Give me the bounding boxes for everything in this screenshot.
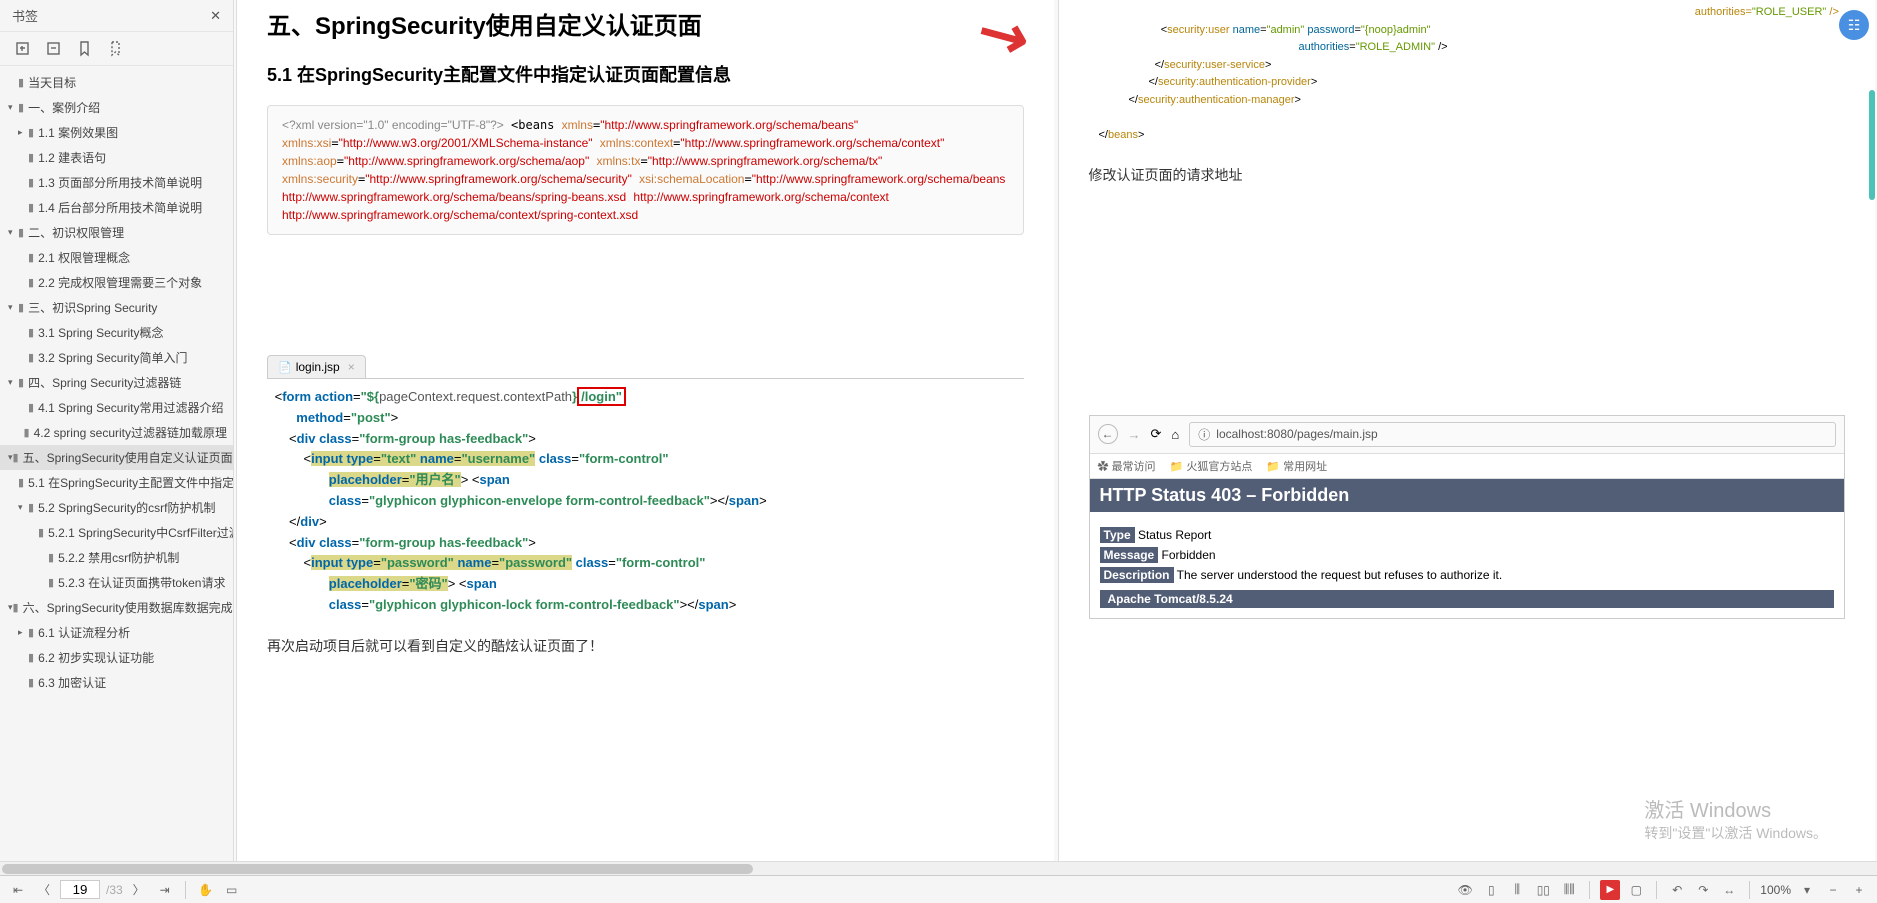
toc-item[interactable]: ▮3.1 Spring Security概念 xyxy=(0,320,233,345)
toc-item[interactable]: ▮2.2 完成权限管理需要三个对象 xyxy=(0,270,233,295)
forward-icon[interactable]: → xyxy=(1128,427,1141,442)
description-label: Description xyxy=(1100,567,1174,583)
zoom-dropdown-icon[interactable]: ▾ xyxy=(1797,880,1817,900)
zoom-out-icon[interactable]: − xyxy=(1823,880,1843,900)
page-number-input[interactable] xyxy=(60,880,100,899)
two-continuous-icon[interactable]: ⫼⫼ xyxy=(1559,880,1579,900)
toc-item[interactable]: ▾▮5.2 SpringSecurity的csrf防护机制 xyxy=(0,495,233,520)
toc-item[interactable]: ▮4.2 spring security过滤器链加载原理 xyxy=(0,420,233,445)
presentation-icon[interactable]: ▢ xyxy=(1626,880,1646,900)
xml-code-block: <?xml version="1.0" encoding="UTF-8"?> <… xyxy=(267,105,1024,235)
horizontal-scrollbar[interactable] xyxy=(0,861,1877,875)
tomcat-version: Apache Tomcat/8.5.24 xyxy=(1100,590,1835,608)
sidebar-title: 书签 xyxy=(12,6,38,25)
toc-item[interactable]: ▾▮六、SpringSecurity使用数据库数据完成认证 xyxy=(0,595,233,620)
fav-common[interactable]: 📁 常用网址 xyxy=(1266,458,1327,474)
play-icon[interactable]: ▶ xyxy=(1600,880,1620,900)
page-left: 五、SpringSecurity使用自定义认证页面 ↘ 5.1 在SpringS… xyxy=(236,0,1054,861)
first-page-icon[interactable]: ⇤ xyxy=(8,880,28,900)
heading-1: 五、SpringSecurity使用自定义认证页面 xyxy=(267,6,1024,41)
fav-firefox[interactable]: 📁 火狐官方站点 xyxy=(1170,458,1253,474)
restart-note: 再次启动项目后就可以看到自定义的酷炫认证页面了！ xyxy=(267,636,1024,656)
toc-item[interactable]: ▮3.2 Spring Security简单入门 xyxy=(0,345,233,370)
http-status-banner: HTTP Status 403 – Forbidden xyxy=(1090,479,1845,512)
page-right: authorities="ROLE_USER" /> <security:use… xyxy=(1058,0,1876,861)
heading-2: 5.1 在SpringSecurity主配置文件中指定认证页面配置信息 xyxy=(267,61,1024,87)
toc-item[interactable]: ▾▮四、Spring Security过滤器链 xyxy=(0,370,233,395)
toc-item[interactable]: ▮1.2 建表语句 xyxy=(0,145,233,170)
toc-item[interactable]: ▮5.2.3 在认证页面携带token请求 xyxy=(0,570,233,595)
bookmarks-sidebar: 书签 ✕ ▮当天目标▾▮一、案例介绍▸▮1.1 案例效果图▮1.2 建表语句▮1… xyxy=(0,0,234,861)
browser-screenshot: ← → ⟳ ⌂ ⓘ localhost:8080/pages/main.jsp … xyxy=(1089,415,1846,619)
toc-item[interactable]: ▮1.4 后台部分所用技术简单说明 xyxy=(0,195,233,220)
zoom-in-icon[interactable]: + xyxy=(1849,880,1869,900)
jsp-file-tab[interactable]: login.jsp× xyxy=(267,355,366,378)
close-sidebar-icon[interactable]: ✕ xyxy=(210,8,221,24)
type-value: Status Report xyxy=(1138,528,1211,542)
right-caption: 修改认证页面的请求地址 xyxy=(1089,165,1846,185)
message-value: Forbidden xyxy=(1162,548,1216,562)
toc-item[interactable]: ▮2.1 权限管理概念 xyxy=(0,245,233,270)
toc-item[interactable]: ▾▮二、初识权限管理 xyxy=(0,220,233,245)
next-page-icon[interactable]: 〉 xyxy=(129,880,149,900)
rotate-left-icon[interactable]: ↶ xyxy=(1667,880,1687,900)
info-icon: ⓘ xyxy=(1198,426,1210,443)
toc-item[interactable]: ▮5.1 在SpringSecurity主配置文件中指定认证页面配置信息 xyxy=(0,470,233,495)
continuous-icon[interactable]: ⫼ xyxy=(1507,880,1527,900)
description-value: The server understood the request but re… xyxy=(1177,568,1503,582)
collapse-all-icon[interactable] xyxy=(45,40,62,57)
toc-item[interactable]: ▾▮五、SpringSecurity使用自定义认证页面 xyxy=(0,445,233,470)
message-label: Message xyxy=(1100,547,1159,563)
rotate-right-icon[interactable]: ↷ xyxy=(1693,880,1713,900)
view-mode-icon[interactable]: 👁 xyxy=(1455,880,1475,900)
toc-tree[interactable]: ▮当天目标▾▮一、案例介绍▸▮1.1 案例效果图▮1.2 建表语句▮1.3 页面… xyxy=(0,66,233,861)
toc-item[interactable]: ▮6.2 初步实现认证功能 xyxy=(0,645,233,670)
toc-item[interactable]: ▮6.3 加密认证 xyxy=(0,670,233,695)
toc-item[interactable]: ▮4.1 Spring Security常用过滤器介绍 xyxy=(0,395,233,420)
two-page-icon[interactable]: ▯▯ xyxy=(1533,880,1553,900)
toc-item[interactable]: ▸▮1.1 案例效果图 xyxy=(0,120,233,145)
fav-most-visited[interactable]: ✿ 最常访问 xyxy=(1098,458,1156,474)
hand-tool-icon[interactable]: ✋ xyxy=(196,880,216,900)
page-total: /33 xyxy=(106,883,123,897)
toc-item[interactable]: ▮5.2.1 SpringSecurity中CsrfFilter过滤器说明 xyxy=(0,520,233,545)
document-viewport[interactable]: 五、SpringSecurity使用自定义认证页面 ↘ 5.1 在SpringS… xyxy=(234,0,1877,861)
floating-assist-button[interactable]: ☷ xyxy=(1839,10,1869,40)
toc-item[interactable]: ▮当天目标 xyxy=(0,70,233,95)
zoom-level[interactable]: 100% xyxy=(1760,883,1791,897)
bottom-toolbar: ⇤ 〈 /33 〉 ⇥ ✋ ▭ 👁 ▯ ⫼ ▯▯ ⫼⫼ ▶ ▢ ↶ ↷ ↔ 10… xyxy=(0,875,1877,903)
url-text: localhost:8080/pages/main.jsp xyxy=(1216,427,1377,441)
fit-width-icon[interactable]: ↔ xyxy=(1719,880,1739,900)
close-tab-icon[interactable]: × xyxy=(348,360,355,374)
prev-page-icon[interactable]: 〈 xyxy=(34,880,54,900)
bookmark-icon[interactable] xyxy=(76,40,93,57)
toc-item[interactable]: ▾▮一、案例介绍 xyxy=(0,95,233,120)
last-page-icon[interactable]: ⇥ xyxy=(155,880,175,900)
reload-icon[interactable]: ⟳ xyxy=(1151,426,1162,442)
toc-item[interactable]: ▾▮三、初识Spring Security xyxy=(0,295,233,320)
toc-item[interactable]: ▸▮6.1 认证流程分析 xyxy=(0,620,233,645)
select-tool-icon[interactable]: ▭ xyxy=(222,880,242,900)
type-label: Type xyxy=(1100,527,1135,543)
expand-all-icon[interactable] xyxy=(14,40,31,57)
right-scroll-indicator[interactable] xyxy=(1869,90,1875,200)
single-page-icon[interactable]: ▯ xyxy=(1481,880,1501,900)
jsp-code-block: <form action="${pageContext.request.cont… xyxy=(267,378,1024,624)
address-bar[interactable]: ⓘ localhost:8080/pages/main.jsp xyxy=(1189,422,1836,447)
toc-item[interactable]: ▮1.3 页面部分所用技术简单说明 xyxy=(0,170,233,195)
sidebar-toolbar xyxy=(0,32,233,66)
xml-code-right: authorities="ROLE_USER" /> <security:use… xyxy=(1089,0,1846,145)
back-icon[interactable]: ← xyxy=(1098,424,1118,444)
home-icon[interactable]: ⌂ xyxy=(1171,427,1179,442)
bookmark-outline-icon[interactable] xyxy=(107,40,124,57)
toc-item[interactable]: ▮5.2.2 禁用csrf防护机制 xyxy=(0,545,233,570)
